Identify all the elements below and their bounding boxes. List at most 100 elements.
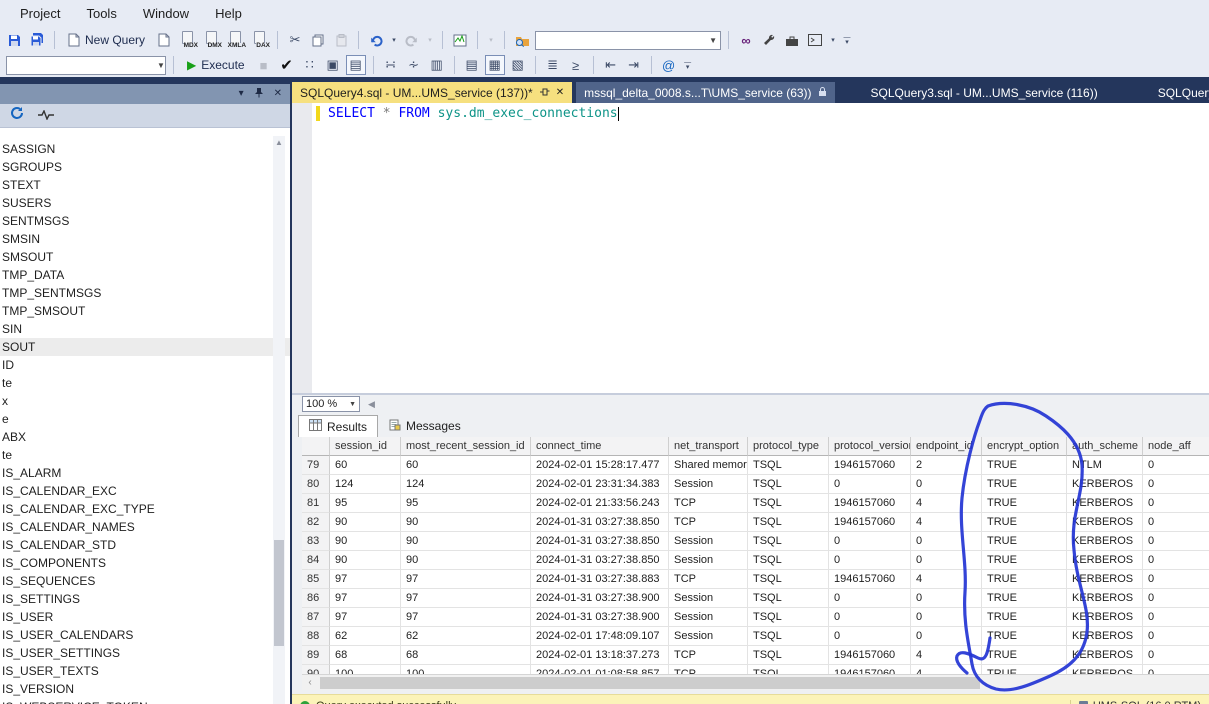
table-cell[interactable]: 2 <box>911 456 982 475</box>
tab-results[interactable]: Results <box>298 415 378 437</box>
tab-sqlquery1[interactable]: SQLQuery1.sql - UM <box>1150 82 1209 103</box>
toolbar-overflow-icon[interactable]: —▾ <box>682 60 694 70</box>
table-row[interactable]: 8490902024-01-31 03:27:38.850SessionTSQL… <box>302 551 1209 570</box>
table-cell[interactable]: 0 <box>1143 513 1209 532</box>
table-cell[interactable]: TSQL <box>748 494 829 513</box>
table-cell[interactable]: Session <box>669 627 748 646</box>
chevron-down-icon[interactable]: ▼ <box>349 401 356 408</box>
table-cell[interactable]: 2024-01-31 03:27:38.850 <box>531 551 669 570</box>
query-designer-icon[interactable]: ▣ <box>323 55 343 75</box>
editor-hscroll-left-icon[interactable]: ◀ <box>368 399 375 410</box>
list-item[interactable]: IS_COMPONENTS <box>0 554 290 572</box>
xmla-query-icon[interactable]: XMLA <box>225 31 246 49</box>
table-cell[interactable]: 2024-02-01 21:33:56.243 <box>531 494 669 513</box>
activity-icon[interactable] <box>38 107 54 125</box>
column-header[interactable]: protocol_type <box>748 437 829 456</box>
save-all-icon[interactable] <box>27 30 47 50</box>
table-cell[interactable]: 90 <box>330 532 401 551</box>
new-query-button[interactable]: New Query <box>62 29 151 51</box>
table-cell[interactable]: KERBEROS <box>1067 627 1143 646</box>
menu-help[interactable]: Help <box>215 6 242 21</box>
menu-window[interactable]: Window <box>143 6 189 21</box>
table-cell[interactable]: TRUE <box>982 665 1067 674</box>
query-options-icon[interactable]: ▤ <box>346 55 366 75</box>
list-item[interactable]: ID <box>0 356 290 374</box>
pin-icon[interactable] <box>254 87 264 101</box>
table-cell[interactable]: KERBEROS <box>1067 513 1143 532</box>
table-cell[interactable]: 0 <box>829 589 911 608</box>
tab-mssql-delta[interactable]: mssql_delta_0008.s...T\UMS_service (63)) <box>576 82 834 103</box>
table-cell[interactable]: TRUE <box>982 627 1067 646</box>
table-cell[interactable]: Session <box>669 551 748 570</box>
table-cell[interactable]: 90 <box>330 513 401 532</box>
table-cell[interactable]: 0 <box>911 475 982 494</box>
list-item[interactable]: te <box>0 374 290 392</box>
table-cell[interactable]: TRUE <box>982 456 1067 475</box>
refresh-icon[interactable] <box>10 106 24 125</box>
column-header[interactable]: net_transport <box>669 437 748 456</box>
table-cell[interactable]: Session <box>669 608 748 627</box>
table-cell[interactable]: TRUE <box>982 570 1067 589</box>
table-cell[interactable]: 62 <box>330 627 401 646</box>
table-cell[interactable]: TRUE <box>982 608 1067 627</box>
table-cell[interactable]: 97 <box>330 608 401 627</box>
table-cell[interactable]: KERBEROS <box>1067 589 1143 608</box>
table-cell[interactable]: 4 <box>911 494 982 513</box>
increase-indent-icon[interactable]: ⇥ <box>624 55 644 75</box>
list-item[interactable]: TMP_SMSOUT <box>0 302 290 320</box>
chevron-down-icon[interactable]: ▼ <box>706 36 720 45</box>
table-cell[interactable]: 0 <box>911 532 982 551</box>
list-item[interactable]: SMSIN <box>0 230 290 248</box>
intellisense-icon[interactable]: ∺ <box>381 55 401 75</box>
table-cell[interactable]: 2024-01-31 03:27:38.900 <box>531 589 669 608</box>
table-cell[interactable]: 2024-02-01 13:18:37.273 <box>531 646 669 665</box>
parse-check-icon[interactable]: ✔ <box>277 55 297 75</box>
column-header[interactable]: auth_scheme <box>1067 437 1143 456</box>
row-header-cell[interactable]: 90 <box>302 665 330 674</box>
table-cell[interactable]: TSQL <box>748 570 829 589</box>
list-item[interactable]: IS_CALENDAR_EXC <box>0 482 290 500</box>
table-row[interactable]: 8862622024-02-01 17:48:09.107SessionTSQL… <box>302 627 1209 646</box>
column-header[interactable]: endpoint_id <box>911 437 982 456</box>
table-row[interactable]: 901001002024-02-01 01:08:58.857TCPTSQL19… <box>302 665 1209 674</box>
table-cell[interactable]: 95 <box>330 494 401 513</box>
table-cell[interactable]: Shared memory <box>669 456 748 475</box>
table-cell[interactable]: 4 <box>911 513 982 532</box>
table-cell[interactable]: TCP <box>669 494 748 513</box>
specify-template-values-icon[interactable]: ∷ <box>300 55 320 75</box>
table-cell[interactable]: 2024-01-31 03:27:38.883 <box>531 570 669 589</box>
table-cell[interactable]: 2024-01-31 03:27:38.850 <box>531 513 669 532</box>
table-cell[interactable]: 100 <box>330 665 401 674</box>
paste-icon[interactable] <box>331 30 351 50</box>
table-cell[interactable]: 97 <box>330 589 401 608</box>
list-item[interactable]: IS_USER_SETTINGS <box>0 644 290 662</box>
list-item[interactable]: IS_CALENDAR_NAMES <box>0 518 290 536</box>
table-cell[interactable]: 4 <box>911 665 982 674</box>
table-cell[interactable]: 0 <box>1143 551 1209 570</box>
table-cell[interactable]: 68 <box>401 646 531 665</box>
table-cell[interactable]: KERBEROS <box>1067 532 1143 551</box>
list-item[interactable]: IS_USER_TEXTS <box>0 662 290 680</box>
copy-icon[interactable] <box>308 30 328 50</box>
table-cell[interactable]: 62 <box>401 627 531 646</box>
list-item[interactable]: e <box>0 410 290 428</box>
database-combobox[interactable]: ▼ <box>6 56 166 75</box>
table-cell[interactable]: TSQL <box>748 551 829 570</box>
list-item[interactable]: IS_USER_CALENDARS <box>0 626 290 644</box>
table-cell[interactable]: KERBEROS <box>1067 570 1143 589</box>
row-header-cell[interactable]: 84 <box>302 551 330 570</box>
row-header-cell[interactable]: 83 <box>302 532 330 551</box>
table-cell[interactable]: TSQL <box>748 627 829 646</box>
table-cell[interactable]: KERBEROS <box>1067 665 1143 674</box>
table-cell[interactable]: 0 <box>829 627 911 646</box>
column-header[interactable]: session_id <box>330 437 401 456</box>
zoom-level-combobox[interactable]: 100 % ▼ <box>302 396 360 412</box>
table-cell[interactable]: TCP <box>669 513 748 532</box>
decrease-indent-icon[interactable]: ⇤ <box>601 55 621 75</box>
table-row[interactable]: 7960602024-02-01 15:28:17.477Shared memo… <box>302 456 1209 475</box>
window-position-icon[interactable]: ▾ <box>239 89 244 99</box>
table-cell[interactable]: Session <box>669 475 748 494</box>
column-header[interactable]: encrypt_option <box>982 437 1067 456</box>
table-cell[interactable]: 97 <box>401 570 531 589</box>
table-cell[interactable]: Session <box>669 589 748 608</box>
